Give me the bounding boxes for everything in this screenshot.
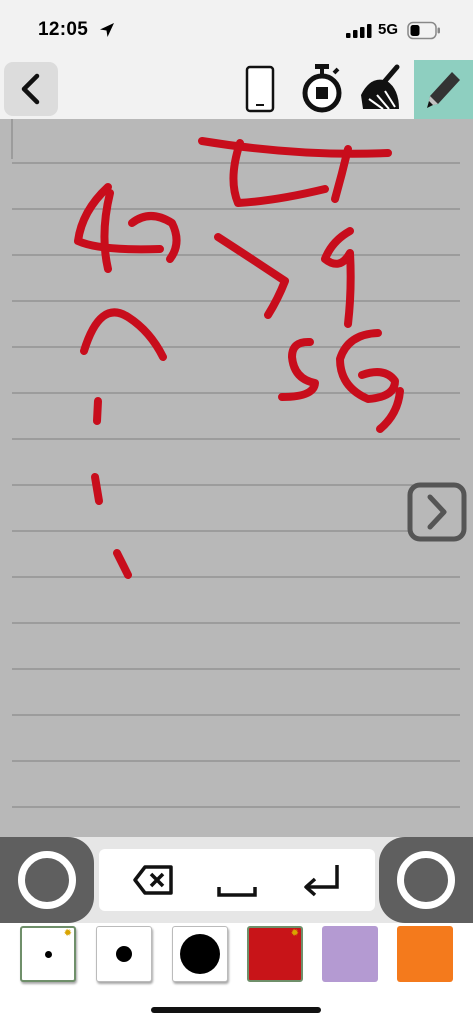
back-button[interactable] [4, 62, 58, 116]
network-label: 5G [378, 21, 399, 38]
color-orange[interactable] [397, 926, 453, 982]
return-icon [304, 865, 339, 897]
pencil-icon [427, 72, 460, 108]
screen-mode-button[interactable] [233, 61, 287, 117]
signal-bars-icon [346, 24, 372, 38]
pencil-tool-button[interactable] [414, 60, 473, 119]
location-arrow-icon [100, 23, 114, 37]
chevron-left-icon [21, 73, 40, 105]
color-red[interactable]: ✹ [247, 926, 303, 982]
circle-button-icon [397, 851, 455, 909]
pen-size-medium[interactable] [96, 926, 152, 982]
dot-large [180, 934, 220, 974]
writing-canvas[interactable] [0, 119, 473, 837]
settings-badge-icon: ✹ [290, 928, 299, 939]
key-panel [99, 849, 375, 911]
settings-badge-icon: ✹ [63, 928, 72, 939]
status-time: 12:05 [38, 19, 89, 40]
left-scroll-pad[interactable] [0, 837, 94, 923]
status-bar: 12:05 5G [0, 0, 473, 58]
home-indicator [151, 1007, 321, 1013]
return-button[interactable] [293, 855, 349, 905]
phone-outline-icon [245, 65, 275, 113]
pen-size-small[interactable]: ✹ [20, 926, 76, 982]
key-strip [0, 837, 473, 923]
color-purple[interactable] [322, 926, 378, 982]
timer-button[interactable] [295, 61, 349, 117]
backspace-button[interactable] [125, 855, 181, 905]
pen-size-large[interactable] [172, 926, 228, 982]
next-page-button[interactable] [406, 481, 468, 543]
backspace-icon [133, 865, 173, 895]
ruled-lines [11, 119, 460, 808]
palette: ✹ ✹ [0, 923, 473, 991]
broom-icon [361, 64, 400, 110]
right-scroll-pad[interactable] [379, 837, 473, 923]
toolbar [0, 58, 473, 119]
space-button[interactable] [209, 855, 265, 905]
battery-icon [407, 21, 440, 40]
space-icon [217, 887, 257, 897]
stopwatch-icon [302, 64, 342, 113]
ink-strokes [74, 137, 404, 579]
circle-button-icon [18, 851, 76, 909]
dot-small [45, 951, 52, 958]
clear-button[interactable] [355, 61, 409, 117]
dot-medium [116, 946, 132, 962]
